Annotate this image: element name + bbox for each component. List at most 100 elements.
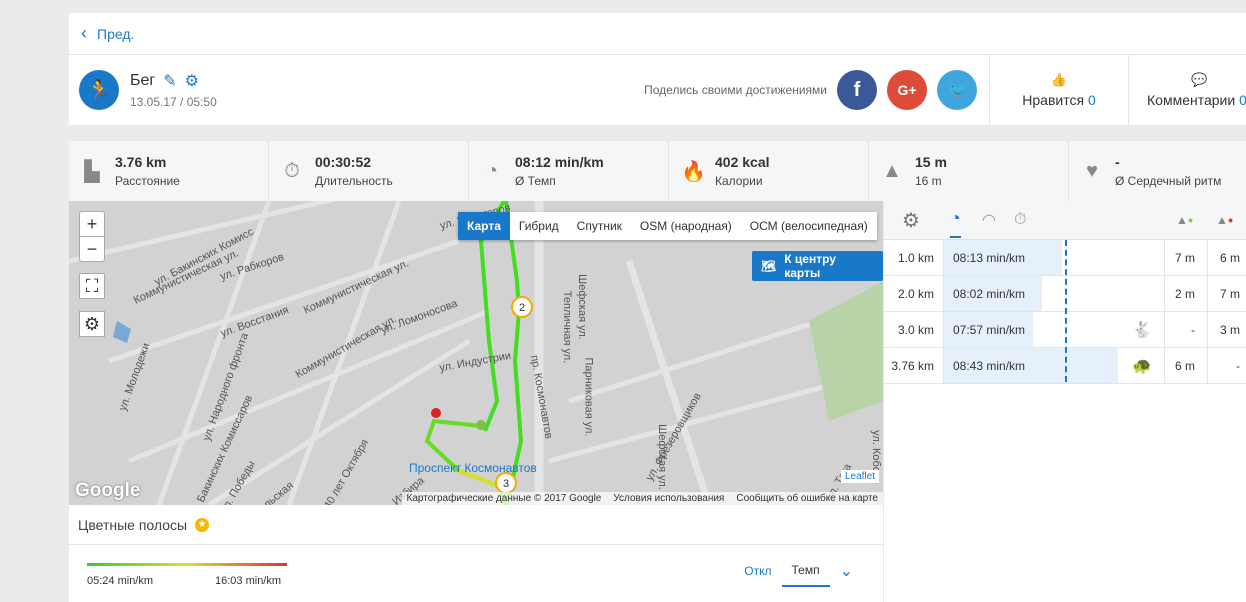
- map-settings-button[interactable]: ⚙: [79, 311, 105, 337]
- chevron-down-icon[interactable]: ⌄: [830, 553, 863, 589]
- stat-value: 08:12 min/km: [515, 154, 604, 170]
- tab-satellite[interactable]: Спутник: [568, 212, 631, 240]
- comments-count: 0: [1239, 92, 1246, 108]
- stat-value: 15 m: [915, 154, 947, 170]
- star-icon: ★: [195, 517, 210, 532]
- stat-duration: ⏱ 00:30:52 Длительность: [269, 141, 469, 201]
- stats-bar: ▙ 3.76 km Расстояние ⏱ 00:30:52 Длительность…: [69, 141, 1246, 201]
- road-icon: ▙: [84, 160, 100, 183]
- street-label: Тепличная ул.: [561, 290, 574, 364]
- split-distance: 1.0 km: [897, 250, 934, 265]
- flame-icon: 🔥: [681, 160, 706, 183]
- stat-value: 00:30:52: [315, 154, 372, 170]
- stat-value: 3.76 km: [115, 154, 167, 170]
- stat-elevation: ▲ 15 m 16 m: [869, 141, 1069, 201]
- stat-label: Ø Сердечный ритм: [1115, 174, 1222, 188]
- activity-date: 13.05.17 / 05:50: [130, 95, 217, 109]
- leaflet-link[interactable]: Leaflet: [840, 470, 879, 483]
- pace-icon: ◔: [485, 159, 499, 182]
- comment-icon: 💬: [1191, 72, 1208, 87]
- split-elevation-up: -: [1191, 322, 1195, 337]
- share-text: Поделись своими достижениями: [644, 83, 827, 97]
- gear-icon[interactable]: ⚙: [185, 71, 199, 91]
- google-plus-button[interactable]: G+: [887, 70, 927, 110]
- terms-link[interactable]: Условия использования: [613, 493, 724, 504]
- gradient-max-label: 16:03 min/km: [215, 575, 282, 587]
- back-link[interactable]: ‹ Пред.: [69, 13, 1246, 55]
- zoom-in-button[interactable]: +: [79, 211, 105, 237]
- report-error-link[interactable]: Сообщить об ошибке на карте: [736, 493, 878, 504]
- tab-osm[interactable]: OSM (народная): [631, 212, 741, 240]
- stat-label: 16 m: [915, 174, 942, 188]
- stat-heart-rate: ♥ - Ø Сердечный ритм: [1069, 141, 1246, 201]
- running-icon: 🏃: [79, 70, 119, 110]
- tab-hybrid[interactable]: Гибрид: [510, 212, 568, 240]
- split-elevation-up: 6 m: [1174, 358, 1195, 373]
- split-distance: 2.0 km: [897, 286, 934, 301]
- km-marker-3: 3: [503, 478, 509, 490]
- split-elevation-down: 6 m: [1219, 250, 1240, 265]
- stat-calories: 🔥 402 kcal Калории: [669, 141, 869, 201]
- zoom-out-button[interactable]: −: [79, 236, 105, 262]
- back-label: Пред.: [97, 25, 135, 42]
- elevation-up-icon: ▲: [882, 159, 902, 182]
- stopwatch-icon[interactable]: ⏱: [1014, 201, 1026, 239]
- elevation-down-icon: ▲ ●: [1216, 213, 1234, 227]
- street-label: Проспект Космонавтов: [409, 461, 537, 475]
- speedometer-icon[interactable]: ◠: [982, 201, 996, 239]
- split-distance: 3.76 km: [891, 358, 934, 373]
- stat-label: Длительность: [315, 174, 393, 188]
- split-distance: 3.0 km: [897, 322, 934, 337]
- map-icon: 🗺: [761, 259, 777, 273]
- gear-icon[interactable]: ⚙: [902, 201, 920, 239]
- like-count: 0: [1087, 92, 1096, 108]
- stat-value: 402 kcal: [715, 154, 770, 170]
- start-marker: [476, 420, 486, 430]
- fullscreen-button[interactable]: ⛶: [79, 273, 105, 299]
- center-map-label: К центру карты: [784, 252, 836, 280]
- edit-icon[interactable]: ✎: [163, 71, 176, 91]
- stopwatch-icon: ⏱: [284, 159, 300, 182]
- bands-off-option[interactable]: Откл: [734, 556, 781, 586]
- street-label: Шефская ул.: [655, 424, 668, 490]
- split-elevation-up: 2 m: [1174, 286, 1195, 301]
- split-pace: 08:13 min/km: [953, 250, 1026, 265]
- route-map[interactable]: 2 3 ул. Бакинских Комисс ул. Рабкоров Комм…: [69, 201, 883, 505]
- gradient-min-label: 05:24 min/km: [87, 575, 154, 587]
- street-label: Шефская ул.: [575, 274, 588, 340]
- center-map-button[interactable]: 🗺 К центру карты: [752, 251, 883, 281]
- split-elevation-down: 3 m: [1219, 322, 1240, 337]
- pace-tab-icon[interactable]: ◔: [950, 201, 961, 238]
- comments-button[interactable]: 💬 Комментарии 0: [1128, 55, 1246, 125]
- split-elevation-down: -: [1236, 358, 1240, 373]
- heart-icon: ♥: [1086, 159, 1098, 182]
- split-pace: 08:43 min/km: [953, 358, 1026, 373]
- activity-title: Бег: [130, 72, 156, 89]
- split-elevation-up: 7 m: [1174, 250, 1195, 265]
- thumbs-up-icon: 👍: [1050, 72, 1068, 87]
- like-label: Нравится: [1022, 92, 1085, 108]
- color-bands-title: Цветные полосы: [78, 516, 188, 533]
- tab-osm-cycle[interactable]: ОСМ (велосипедная): [741, 212, 877, 240]
- comments-label: Комментарии: [1147, 92, 1236, 108]
- tab-map[interactable]: Карта: [458, 212, 510, 240]
- finish-marker: [431, 408, 441, 418]
- km-marker-2: 2: [519, 302, 525, 314]
- twitter-button[interactable]: 🐦: [937, 70, 977, 110]
- turtle-icon: 🐢: [1132, 357, 1152, 375]
- chevron-left-icon: ‹: [81, 23, 87, 43]
- rabbit-icon: 🐇: [1132, 321, 1152, 339]
- activity-header: ‹ Пред. 🏃 Бег ✎ ⚙ 13.05.17 / 05:50 Поделись…: [69, 13, 1246, 125]
- splits-table: ⚙ ◔ ◠ ⏱ ▲ ● ▲ ● 1.0 km 08:13 min/km 7 m 6 …: [884, 201, 1246, 602]
- like-button[interactable]: 👍 Нравится 0: [989, 55, 1128, 125]
- split-pace: 07:57 min/km: [953, 322, 1026, 337]
- map-data-credit: Картографические данные © 2017 Google: [406, 493, 602, 504]
- street-label: Парниковая ул.: [582, 357, 595, 437]
- facebook-button[interactable]: f: [837, 70, 877, 110]
- elevation-up-icon: ▲ ●: [1176, 213, 1194, 227]
- stat-value: -: [1115, 154, 1120, 170]
- bands-pace-option[interactable]: Темп: [781, 555, 830, 587]
- map-attribution: Картографические данные © 2017 Google Усл…: [401, 492, 883, 505]
- color-bands-panel: Цветные полосы ★ 05:24 min/km 16:03 min/k…: [69, 505, 883, 602]
- stat-label: Ø Темп: [515, 174, 556, 188]
